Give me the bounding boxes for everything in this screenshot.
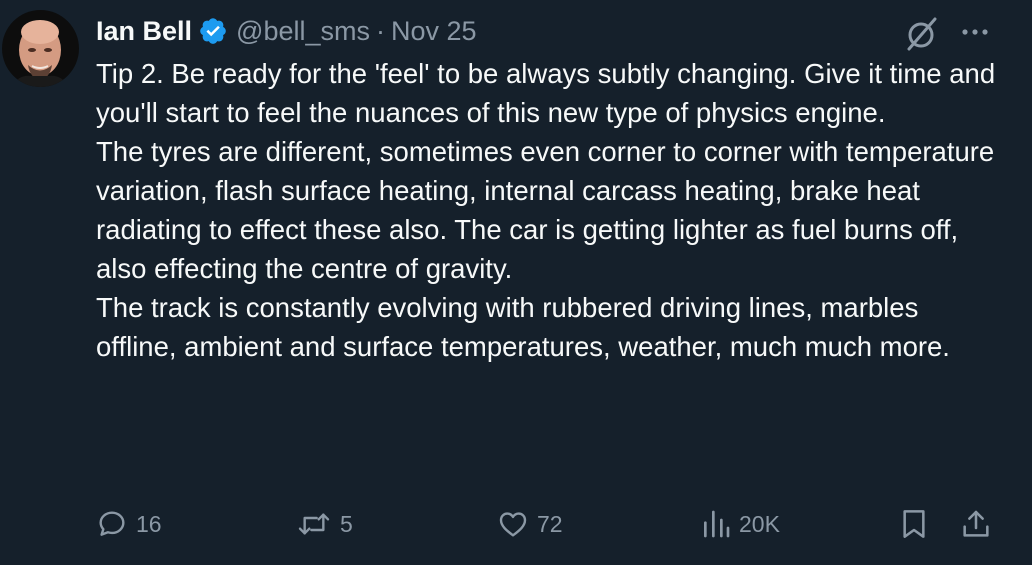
action-bar: 16 5 72 20K (0, 502, 1032, 546)
like-count: 72 (537, 510, 563, 537)
reply-count: 16 (136, 510, 162, 537)
avatar[interactable] (2, 10, 79, 87)
bookmark-icon (903, 510, 925, 538)
verified-badge-icon (200, 18, 226, 44)
tweet-paragraph: Tip 2. Be ready for the 'feel' to be alw… (96, 58, 996, 128)
author-name[interactable]: Ian Bell (96, 16, 192, 47)
tweet-paragraph: The tyres are different, sometimes even … (96, 136, 995, 284)
grok-icon[interactable] (902, 14, 940, 52)
tweet-header: Ian Bell @bell_sms · Nov 25 (96, 14, 477, 48)
bookmark-button[interactable] (899, 502, 929, 546)
reply-button[interactable]: 16 (96, 502, 162, 546)
tweet-text: Tip 2. Be ready for the 'feel' to be alw… (96, 54, 996, 366)
views-button[interactable]: 20K (701, 502, 780, 546)
separator-dot: · (375, 15, 385, 46)
tweet-paragraph: The track is constantly evolving with ru… (96, 292, 950, 362)
share-icon (963, 510, 989, 537)
tweet-date[interactable]: Nov 25 (391, 16, 477, 47)
more-icon[interactable] (958, 18, 992, 46)
avatar-image (2, 10, 79, 87)
author-handle[interactable]: @bell_sms (236, 16, 370, 47)
share-button[interactable] (960, 502, 992, 546)
like-button[interactable]: 72 (497, 502, 563, 546)
repost-icon (298, 513, 330, 535)
views-count: 20K (739, 510, 780, 537)
repost-button[interactable]: 5 (296, 502, 353, 546)
repost-count: 5 (340, 510, 353, 537)
heart-icon (499, 512, 527, 537)
views-icon (704, 510, 730, 538)
tweet[interactable]: Ian Bell @bell_sms · Nov 25 Tip 2. Be re… (0, 0, 1032, 565)
reply-icon (99, 511, 125, 536)
